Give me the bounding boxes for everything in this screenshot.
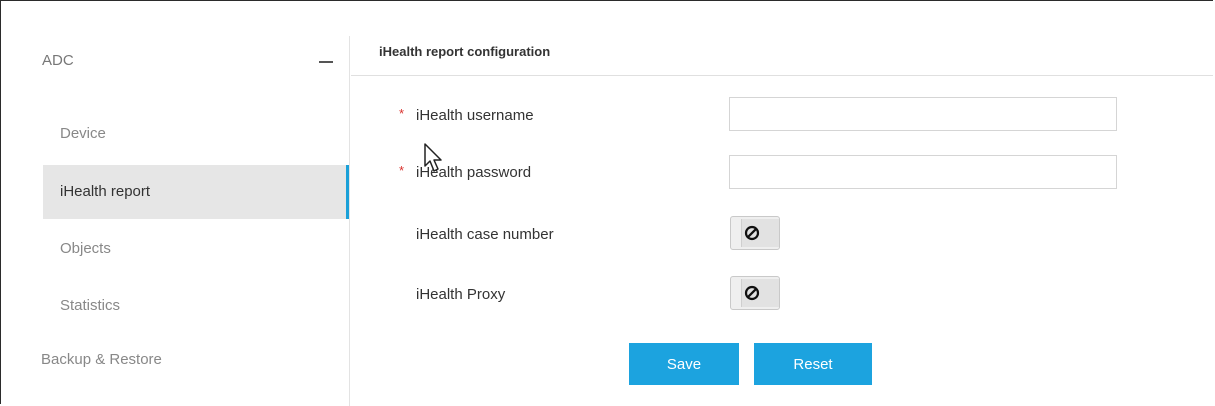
sidebar-item-statistics[interactable]: Statistics — [43, 279, 349, 333]
case-number-toggle[interactable] — [730, 216, 780, 250]
reset-button[interactable]: Reset — [754, 343, 872, 385]
proxy-toggle[interactable] — [730, 276, 780, 310]
collapse-icon[interactable] — [319, 61, 333, 63]
sidebar-item-ihealth-report[interactable]: iHealth report — [43, 165, 349, 219]
save-button[interactable]: Save — [629, 343, 739, 385]
disabled-icon — [744, 285, 760, 301]
main-content: iHealth report configuration * iHealth u… — [351, 36, 1213, 406]
proxy-label: iHealth Proxy — [416, 286, 506, 303]
disabled-icon — [744, 225, 760, 241]
sidebar: ADC Device iHealth report Objects Statis… — [1, 36, 350, 406]
password-field[interactable] — [729, 155, 1117, 189]
section-title: iHealth report configuration — [379, 44, 551, 59]
required-marker: * — [399, 106, 405, 121]
mouse-cursor-icon — [424, 143, 442, 172]
sidebar-item-device[interactable]: Device — [43, 107, 349, 161]
username-label: iHealth username — [416, 107, 534, 124]
sidebar-section-adc[interactable]: ADC — [1, 36, 350, 88]
username-field[interactable] — [729, 97, 1117, 131]
case-number-label: iHealth case number — [416, 226, 554, 243]
divider — [351, 75, 1213, 76]
sidebar-item-backup-restore[interactable]: Backup & Restore — [41, 351, 162, 368]
sidebar-item-objects[interactable]: Objects — [43, 222, 349, 276]
required-marker: * — [399, 163, 405, 178]
sidebar-section-label: ADC — [42, 52, 74, 69]
